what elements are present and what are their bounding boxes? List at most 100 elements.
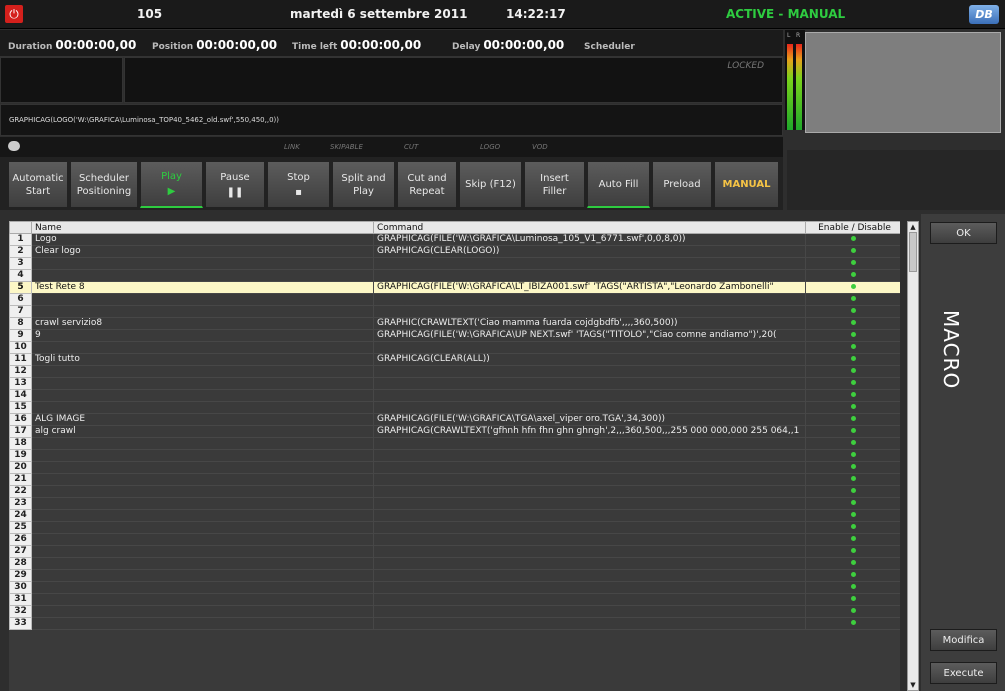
table-row[interactable]: 12 bbox=[9, 365, 900, 378]
row-name[interactable] bbox=[31, 509, 374, 522]
table-row[interactable]: 23 bbox=[9, 497, 900, 510]
row-enable-cell[interactable] bbox=[805, 353, 900, 366]
row-enable-cell[interactable] bbox=[805, 461, 900, 474]
column-header-command[interactable]: Command bbox=[373, 221, 806, 234]
enabled-dot-icon[interactable] bbox=[850, 368, 856, 373]
row-name[interactable] bbox=[31, 401, 374, 414]
row-enable-cell[interactable] bbox=[805, 593, 900, 606]
row-name[interactable] bbox=[31, 449, 374, 462]
enabled-dot-icon[interactable] bbox=[850, 440, 856, 445]
row-enable-cell[interactable] bbox=[805, 605, 900, 618]
table-row[interactable]: 5 Test Rete 8 GRAPHICAG(FILE('W:\GRAFICA\L… bbox=[9, 281, 900, 294]
row-name[interactable] bbox=[31, 473, 374, 486]
row-name[interactable] bbox=[31, 461, 374, 474]
row-command[interactable] bbox=[373, 557, 806, 570]
row-name[interactable] bbox=[31, 365, 374, 378]
row-command[interactable] bbox=[373, 593, 806, 606]
row-enable-cell[interactable] bbox=[805, 233, 900, 246]
row-name[interactable]: Logo bbox=[31, 233, 374, 246]
row-enable-cell[interactable] bbox=[805, 341, 900, 354]
manual-button[interactable]: MANUAL bbox=[714, 161, 779, 208]
row-command[interactable]: GRAPHIC(CRAWLTEXT('Ciao mamma fuarda coj… bbox=[373, 317, 806, 330]
enabled-dot-icon[interactable] bbox=[850, 296, 856, 301]
table-row[interactable]: 30 bbox=[9, 581, 900, 594]
row-command[interactable] bbox=[373, 617, 806, 630]
row-enable-cell[interactable] bbox=[805, 617, 900, 630]
row-name[interactable]: Togli tutto bbox=[31, 353, 374, 366]
scheduler-positioning-button[interactable]: Scheduler Positioning bbox=[70, 161, 138, 208]
enabled-dot-icon[interactable] bbox=[850, 548, 856, 553]
enabled-dot-icon[interactable] bbox=[850, 560, 856, 565]
table-row[interactable]: 1 Logo GRAPHICAG(FILE('W:\GRAFICA\Luminosa… bbox=[9, 233, 900, 246]
table-row[interactable]: 18 bbox=[9, 437, 900, 450]
modifica-button[interactable]: Modifica bbox=[930, 629, 997, 651]
row-name[interactable] bbox=[31, 593, 374, 606]
table-row[interactable]: 11 Togli tutto GRAPHICAG(CLEAR(ALL)) bbox=[9, 353, 900, 366]
row-enable-cell[interactable] bbox=[805, 545, 900, 558]
enabled-dot-icon[interactable] bbox=[850, 584, 856, 589]
table-row[interactable]: 20 bbox=[9, 461, 900, 474]
row-enable-cell[interactable] bbox=[805, 485, 900, 498]
row-enable-cell[interactable] bbox=[805, 497, 900, 510]
enabled-dot-icon[interactable] bbox=[850, 512, 856, 517]
row-command[interactable] bbox=[373, 497, 806, 510]
table-row[interactable]: 28 bbox=[9, 557, 900, 570]
row-command[interactable] bbox=[373, 305, 806, 318]
row-name[interactable]: ALG IMAGE bbox=[31, 413, 374, 426]
row-command[interactable]: GRAPHICAG(CLEAR(ALL)) bbox=[373, 353, 806, 366]
row-enable-cell[interactable] bbox=[805, 389, 900, 402]
row-command[interactable] bbox=[373, 533, 806, 546]
scroll-down-icon[interactable]: ▼ bbox=[908, 680, 918, 690]
row-name[interactable] bbox=[31, 545, 374, 558]
row-enable-cell[interactable] bbox=[805, 317, 900, 330]
row-enable-cell[interactable] bbox=[805, 365, 900, 378]
table-row[interactable]: 29 bbox=[9, 569, 900, 582]
row-command[interactable]: GRAPHICAG(FILE('W:\GRAFICA\UP NEXT.swf' … bbox=[373, 329, 806, 342]
row-enable-cell[interactable] bbox=[805, 377, 900, 390]
table-row[interactable]: 6 bbox=[9, 293, 900, 306]
enabled-dot-icon[interactable] bbox=[850, 404, 856, 409]
enabled-dot-icon[interactable] bbox=[850, 608, 856, 613]
row-name[interactable] bbox=[31, 269, 374, 282]
table-row[interactable]: 4 bbox=[9, 269, 900, 282]
row-enable-cell[interactable] bbox=[805, 293, 900, 306]
table-row[interactable]: 15 bbox=[9, 401, 900, 414]
row-name[interactable] bbox=[31, 581, 374, 594]
enabled-dot-icon[interactable] bbox=[850, 332, 856, 337]
row-enable-cell[interactable] bbox=[805, 413, 900, 426]
row-command[interactable] bbox=[373, 293, 806, 306]
ok-button[interactable]: OK bbox=[930, 222, 997, 244]
table-row[interactable]: 8 crawl servizio8 GRAPHIC(CRAWLTEXT('Ciao … bbox=[9, 317, 900, 330]
row-command[interactable] bbox=[373, 521, 806, 534]
row-enable-cell[interactable] bbox=[805, 281, 900, 294]
row-name[interactable] bbox=[31, 389, 374, 402]
row-name[interactable] bbox=[31, 521, 374, 534]
table-row[interactable]: 17 alg crawl GRAPHICAG(CRAWLTEXT('gfhnh hf… bbox=[9, 425, 900, 438]
table-row[interactable]: 9 9 GRAPHICAG(FILE('W:\GRAFICA\UP NEXT.swf… bbox=[9, 329, 900, 342]
enabled-dot-icon[interactable] bbox=[850, 428, 856, 433]
table-row[interactable]: 3 bbox=[9, 257, 900, 270]
table-row[interactable]: 19 bbox=[9, 449, 900, 462]
table-row[interactable]: 24 bbox=[9, 509, 900, 522]
enabled-dot-icon[interactable] bbox=[850, 344, 856, 349]
enabled-dot-icon[interactable] bbox=[850, 272, 856, 277]
row-command[interactable] bbox=[373, 485, 806, 498]
table-scrollbar[interactable]: ▲ ▼ bbox=[907, 221, 919, 691]
row-name[interactable]: alg crawl bbox=[31, 425, 374, 438]
row-name[interactable] bbox=[31, 293, 374, 306]
row-enable-cell[interactable] bbox=[805, 257, 900, 270]
skip-button[interactable]: Skip (F12) bbox=[459, 161, 522, 208]
row-enable-cell[interactable] bbox=[805, 329, 900, 342]
enabled-dot-icon[interactable] bbox=[850, 572, 856, 577]
row-enable-cell[interactable] bbox=[805, 437, 900, 450]
table-row[interactable]: 27 bbox=[9, 545, 900, 558]
enabled-dot-icon[interactable] bbox=[850, 308, 856, 313]
row-command[interactable] bbox=[373, 605, 806, 618]
enabled-dot-icon[interactable] bbox=[850, 464, 856, 469]
preload-button[interactable]: Preload bbox=[652, 161, 712, 208]
row-name[interactable] bbox=[31, 485, 374, 498]
row-enable-cell[interactable] bbox=[805, 569, 900, 582]
row-command[interactable] bbox=[373, 461, 806, 474]
row-name[interactable] bbox=[31, 341, 374, 354]
row-command[interactable] bbox=[373, 473, 806, 486]
